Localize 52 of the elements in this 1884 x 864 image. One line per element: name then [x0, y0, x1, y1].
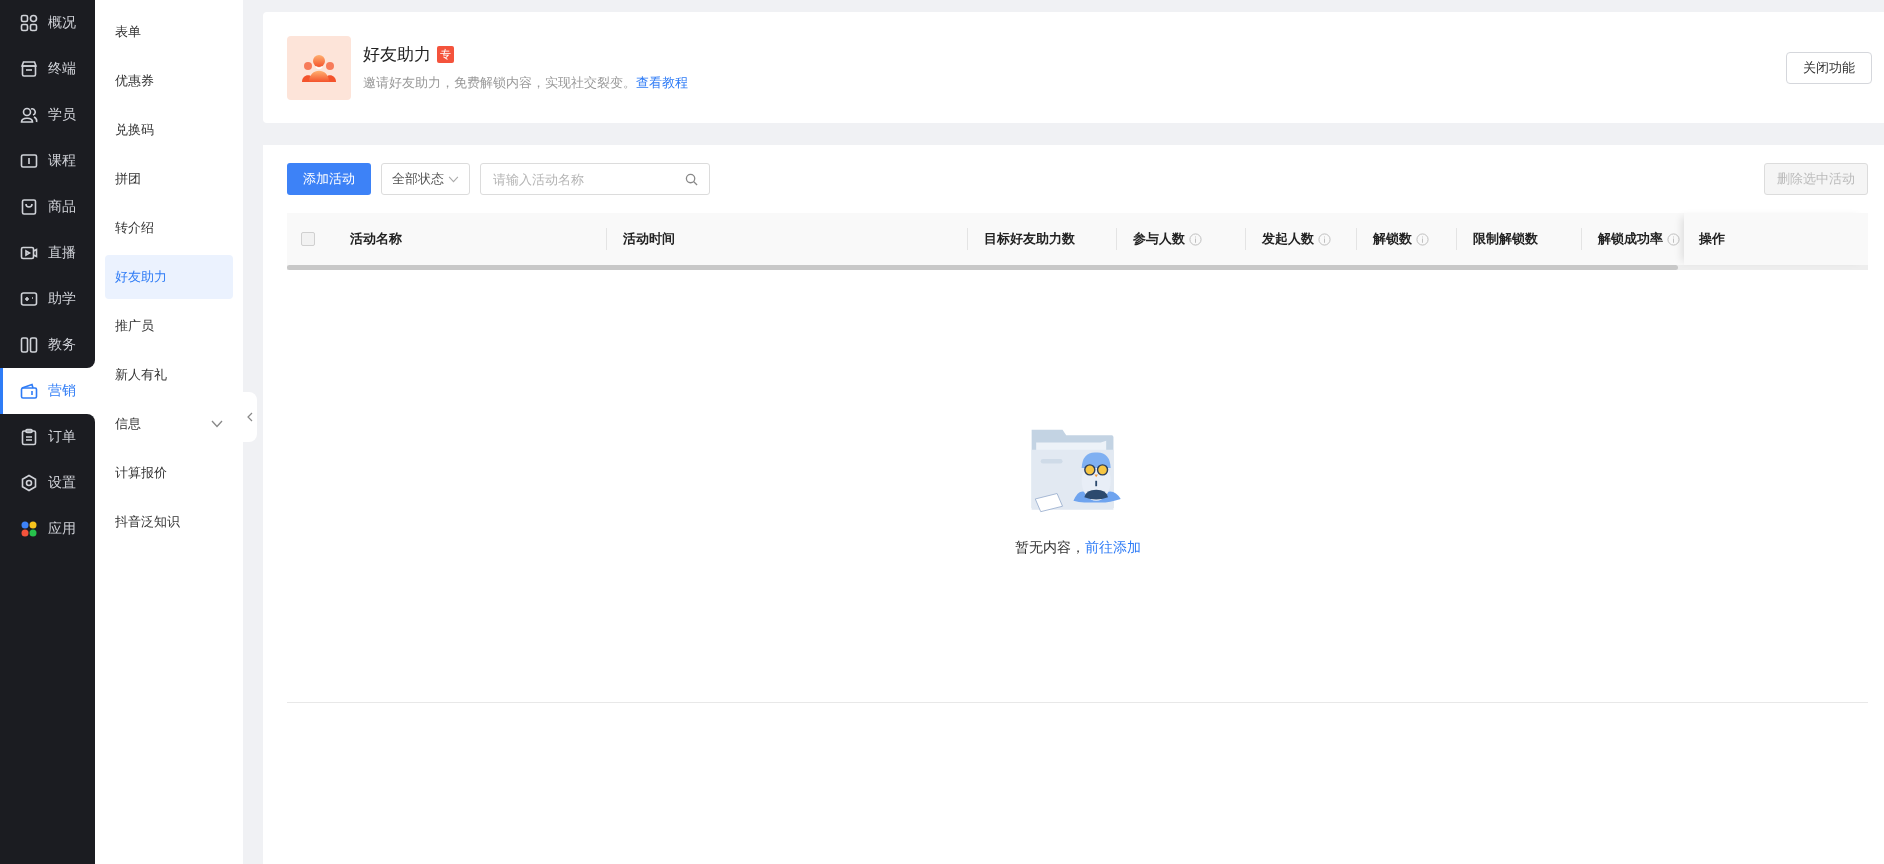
column-header: 活动时间	[623, 230, 675, 248]
submenu-item[interactable]: 信息	[105, 402, 233, 446]
nav-item[interactable]: 教务	[0, 322, 95, 368]
submenu-item[interactable]: 转介绍	[105, 206, 233, 250]
submenu-item[interactable]: 兑换码	[105, 108, 233, 152]
chevron-icon	[211, 420, 223, 428]
submenu-item[interactable]: 计算报价	[105, 451, 233, 495]
grid-icon	[20, 14, 38, 32]
empty-message: 暂无内容，	[1014, 538, 1085, 557]
people-group-icon	[301, 52, 337, 83]
description-text: 邀请好友助力，免费解锁内容，实现社交裂变。	[363, 74, 636, 92]
store-icon	[20, 60, 38, 78]
column-header: 解锁数	[1373, 230, 1412, 248]
column-header: 限制解锁数	[1473, 230, 1538, 248]
submenu-item[interactable]: 抖音泛知识	[105, 500, 233, 544]
select-all-checkbox[interactable]	[301, 232, 315, 246]
video-camera-icon	[20, 244, 38, 262]
submenu-item[interactable]: 新人有礼	[105, 353, 233, 397]
exclusive-badge: 专	[437, 46, 454, 63]
go-add-link[interactable]: 前往添加	[1084, 538, 1141, 557]
status-dropdown[interactable]: 全部状态	[381, 163, 470, 195]
add-activity-button[interactable]: 添加活动	[287, 163, 371, 195]
chevron-left-icon	[247, 412, 253, 422]
column-header: 参与人数	[1133, 230, 1185, 248]
people-icon	[20, 106, 38, 124]
submenu-item[interactable]: 拼团	[105, 157, 233, 201]
columns-icon	[20, 336, 38, 354]
column-header: 解锁成功率	[1598, 230, 1663, 248]
hexagon-gear-icon	[20, 474, 38, 492]
column-header: 活动名称	[350, 230, 402, 248]
wallet-icon	[20, 382, 38, 400]
page-title: 好友助力	[363, 44, 431, 66]
gamepad-icon	[20, 290, 38, 308]
submenu-item[interactable]: 推广员	[105, 304, 233, 348]
search-icon	[685, 173, 698, 186]
submenu-item[interactable]: 表单	[105, 10, 233, 54]
column-header: 操作	[1699, 230, 1725, 248]
clipboard-icon	[20, 428, 38, 446]
bag-icon	[20, 198, 38, 216]
column-header: 发起人数	[1262, 230, 1314, 248]
chevron-icon	[448, 175, 459, 183]
column-header: 目标好友助力数	[984, 230, 1075, 248]
submenu-item[interactable]: 优惠券	[105, 59, 233, 103]
horizontal-scrollbar[interactable]	[287, 265, 1868, 270]
collapse-handle[interactable]	[243, 392, 257, 442]
nav-item[interactable]: 订单	[0, 414, 95, 460]
apps-icon	[20, 520, 38, 538]
tutorial-link[interactable]: 查看教程	[636, 74, 688, 92]
submenu-item[interactable]: 好友助力	[105, 255, 233, 299]
close-feature-button[interactable]: 关闭功能	[1786, 51, 1872, 84]
book-icon	[20, 152, 38, 170]
search-field[interactable]: 请输入活动名称	[480, 163, 710, 195]
